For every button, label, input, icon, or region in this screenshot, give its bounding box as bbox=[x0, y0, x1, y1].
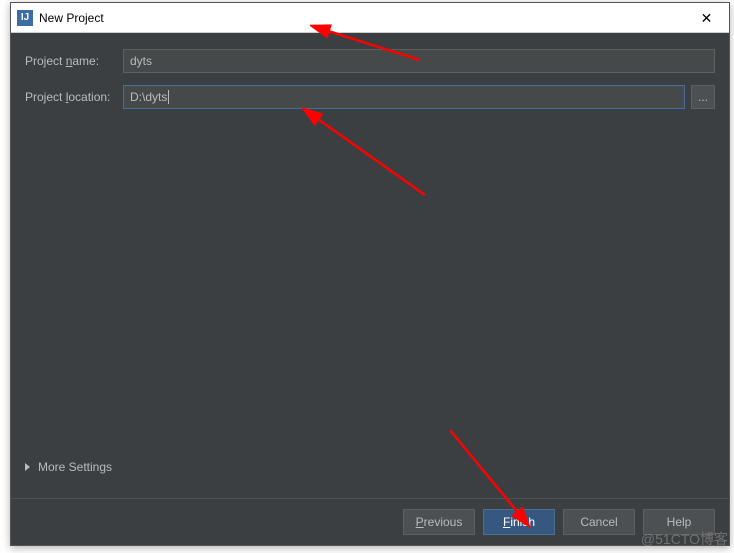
project-location-label: Project location: bbox=[25, 90, 123, 104]
content-spacer bbox=[25, 121, 715, 456]
more-settings-label: More Settings bbox=[38, 460, 112, 474]
project-name-row: Project name: bbox=[25, 49, 715, 73]
dialog-content: Project name: Project location: D:\dyts … bbox=[11, 33, 729, 498]
more-settings-toggle[interactable]: More Settings bbox=[25, 456, 715, 478]
cancel-button[interactable]: Cancel bbox=[563, 509, 635, 535]
watermark: @51CTO博客 bbox=[641, 529, 728, 549]
app-icon: IJ bbox=[17, 10, 33, 26]
project-location-input-wrap: D:\dyts ... bbox=[123, 85, 715, 109]
project-location-row: Project location: D:\dyts ... bbox=[25, 85, 715, 109]
titlebar: IJ New Project ✕ bbox=[11, 3, 729, 33]
ellipsis-icon: ... bbox=[698, 90, 708, 104]
close-icon: ✕ bbox=[701, 10, 713, 27]
previous-button[interactable]: Previous bbox=[403, 509, 475, 535]
button-bar: Previous Finish Cancel Help bbox=[11, 498, 729, 545]
close-button[interactable]: ✕ bbox=[684, 3, 729, 33]
finish-button[interactable]: Finish bbox=[483, 509, 555, 535]
text-cursor bbox=[168, 90, 169, 104]
window-title: New Project bbox=[39, 11, 104, 25]
new-project-dialog: IJ New Project ✕ Project name: Project l… bbox=[10, 2, 730, 546]
project-name-input[interactable] bbox=[123, 49, 715, 73]
browse-button[interactable]: ... bbox=[691, 85, 715, 109]
chevron-right-icon bbox=[25, 463, 30, 471]
project-location-input[interactable]: D:\dyts bbox=[123, 85, 685, 109]
project-name-label: Project name: bbox=[25, 54, 123, 68]
